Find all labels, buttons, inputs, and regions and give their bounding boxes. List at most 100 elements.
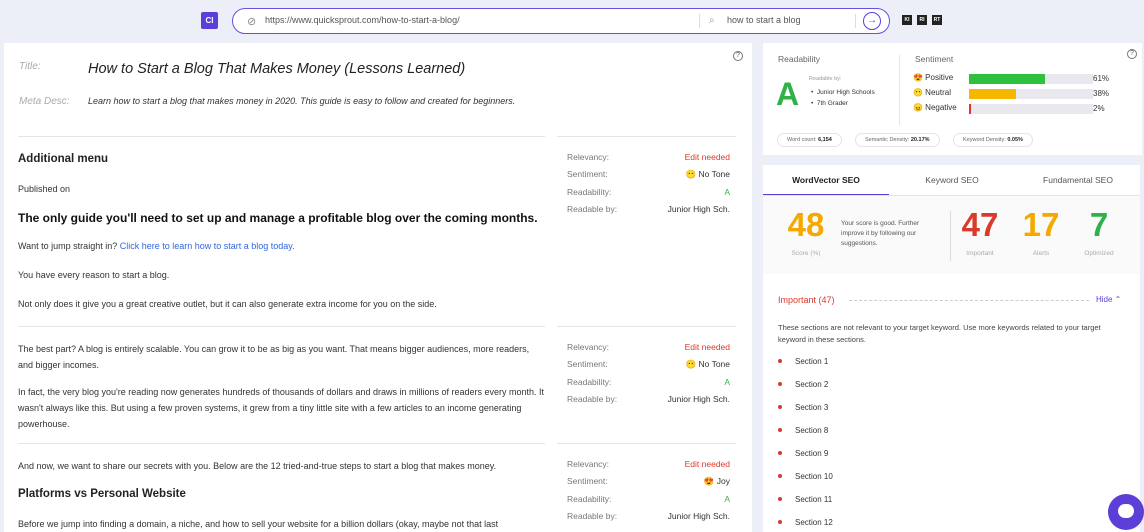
sentiment-row-positive: 😍 Positive 61% bbox=[913, 73, 1113, 87]
list-item: • 7th Grader bbox=[811, 100, 848, 107]
url-input[interactable]: https://www.quicksprout.com/how-to-start… bbox=[265, 15, 460, 25]
sentiment-row-neutral: 😶 Neutral 38% bbox=[913, 88, 1113, 102]
readability-label: Readability: bbox=[567, 493, 612, 504]
bullet-icon bbox=[778, 473, 782, 478]
go-arrow-icon[interactable]: → bbox=[863, 12, 881, 30]
divider bbox=[950, 211, 951, 261]
readable-by-label: Readable by: bbox=[809, 76, 842, 82]
readable-by-value: Junior High Sch. bbox=[667, 394, 730, 405]
ki-button[interactable]: KI bbox=[902, 15, 912, 25]
tab-fundamental-seo[interactable]: Fundamental SEO bbox=[1015, 165, 1140, 195]
tab-keyword-seo[interactable]: Keyword SEO bbox=[889, 165, 1015, 195]
list-item[interactable]: Section 2 bbox=[778, 380, 828, 394]
important-section-title: Important (47) bbox=[778, 295, 835, 305]
sentiment-bar-fill bbox=[969, 74, 1045, 84]
list-item[interactable]: Section 8 bbox=[778, 426, 828, 440]
score-value: 48 bbox=[787, 206, 825, 243]
badge-value: 0.05% bbox=[1007, 137, 1023, 143]
section-divider bbox=[557, 326, 736, 327]
paragraph: The best part? A blog is entirely scalab… bbox=[18, 344, 530, 370]
list-item[interactable]: Section 3 bbox=[778, 403, 828, 417]
help-icon[interactable]: ? bbox=[733, 51, 743, 61]
published-text: Published on bbox=[18, 184, 71, 194]
score-label: Score (%) bbox=[791, 250, 821, 257]
list-item[interactable]: Section 1 bbox=[778, 357, 828, 371]
readable-by-value: Junior High Sch. bbox=[667, 204, 730, 215]
page-title: How to Start a Blog That Makes Money (Le… bbox=[88, 61, 466, 77]
relevancy-value[interactable]: Edit needed bbox=[685, 459, 730, 469]
readability-heading: Readability bbox=[778, 54, 821, 64]
divider bbox=[699, 14, 700, 28]
readable-by-value: Junior High Sch. bbox=[667, 511, 730, 522]
chat-button[interactable] bbox=[1108, 494, 1144, 530]
badge-label: Semantic Density: bbox=[865, 137, 910, 143]
readability-label: Readability: bbox=[567, 376, 612, 387]
divider bbox=[849, 300, 1089, 301]
list-item-text: Section 9 bbox=[795, 449, 829, 458]
readability-value: A bbox=[724, 186, 730, 197]
sentiment-value: 😶 No Tone bbox=[685, 359, 730, 370]
chat-bubble-icon bbox=[1118, 504, 1134, 518]
list-item-text: 7th Grader bbox=[816, 100, 848, 107]
hide-toggle[interactable]: Hide ⌃ bbox=[1096, 295, 1121, 304]
list-item[interactable]: Section 10 bbox=[778, 472, 833, 486]
content-panel: ? Title: How to Start a Blog That Makes … bbox=[4, 43, 752, 532]
ri-button[interactable]: RI bbox=[917, 15, 927, 25]
bullet-icon bbox=[778, 427, 782, 432]
app-logo[interactable]: CI bbox=[201, 12, 218, 29]
section-divider bbox=[557, 443, 736, 444]
sentiment-bar bbox=[969, 74, 1093, 84]
optimized-label: Optimized bbox=[1084, 250, 1114, 257]
list-item-text: Junior High Schools bbox=[816, 89, 875, 96]
list-item[interactable]: Section 9 bbox=[778, 449, 828, 463]
badge-label: Keyword Density: bbox=[963, 137, 1006, 143]
list-item-text: Section 12 bbox=[795, 518, 833, 527]
bullet-icon bbox=[778, 450, 782, 455]
sentiment-bar-fill bbox=[969, 104, 972, 114]
section-heading: Additional menu bbox=[18, 153, 109, 165]
section-divider bbox=[557, 136, 736, 137]
important-label: Important bbox=[966, 250, 994, 257]
link-icon: ⊘ bbox=[247, 16, 257, 28]
bullet-icon bbox=[778, 404, 782, 409]
paragraph: And now, we want to share our secrets wi… bbox=[18, 461, 497, 471]
help-icon[interactable]: ? bbox=[1127, 49, 1137, 59]
jump-link[interactable]: Click here to learn how to start a blog … bbox=[120, 241, 295, 251]
badge-label: Word count: bbox=[787, 137, 817, 143]
section-meta: Relevancy: Edit needed Sentiment: 😍 Joy Re… bbox=[567, 459, 730, 529]
sentiment-bar-fill bbox=[969, 89, 1017, 99]
top-bar: CI ⊘ https://www.quicksprout.com/how-to-… bbox=[0, 0, 1144, 42]
list-item[interactable]: Section 11 bbox=[778, 495, 832, 509]
sentiment-name: 😠 Negative bbox=[913, 103, 957, 112]
sentiment-percent: 2% bbox=[1093, 104, 1105, 113]
relevancy-value[interactable]: Edit needed bbox=[685, 342, 730, 352]
sentiment-percent: 38% bbox=[1093, 89, 1110, 98]
important-count: 47 bbox=[961, 206, 999, 243]
list-item: • Junior High Schools bbox=[811, 89, 875, 96]
list-item-text: Section 11 bbox=[795, 495, 833, 504]
sentiment-label: Sentiment: bbox=[567, 169, 608, 180]
sentiment-name: 😶 Neutral bbox=[913, 88, 951, 97]
tab-wordvector-seo[interactable]: WordVector SEO bbox=[763, 165, 889, 195]
optimized-count: 7 bbox=[1089, 206, 1109, 243]
keyword-input[interactable]: how to start a blog bbox=[727, 15, 801, 25]
relevancy-value[interactable]: Edit needed bbox=[685, 152, 730, 162]
rt-button[interactable]: RT bbox=[932, 15, 942, 25]
paragraph: Want to jump straight in? Click here to … bbox=[18, 238, 295, 254]
url-bar[interactable]: ⊘ https://www.quicksprout.com/how-to-sta… bbox=[232, 8, 890, 34]
list-item[interactable]: Section 12 bbox=[778, 518, 833, 532]
sentiment-percent: 61% bbox=[1093, 74, 1110, 83]
paragraph: Not only does it give you a great creati… bbox=[18, 299, 437, 309]
readable-by-label: Readable by: bbox=[567, 204, 618, 215]
sentiment-bar bbox=[969, 104, 1093, 114]
keyword-density-badge: Keyword Density: 0.05% bbox=[953, 133, 1033, 147]
paragraph: In fact, the very blog you're reading no… bbox=[18, 387, 545, 429]
list-item-text: Section 10 bbox=[795, 472, 833, 481]
section-divider bbox=[18, 443, 545, 444]
keyword-icon: ⌕ bbox=[709, 15, 715, 26]
bullet-icon bbox=[778, 381, 782, 386]
readability-grade: A bbox=[776, 76, 800, 112]
semantic-density-badge: Semantic Density: 20.17% bbox=[855, 133, 940, 147]
meta-desc-label: Meta Desc: bbox=[19, 96, 70, 107]
sentiment-label: Sentiment: bbox=[567, 476, 608, 487]
